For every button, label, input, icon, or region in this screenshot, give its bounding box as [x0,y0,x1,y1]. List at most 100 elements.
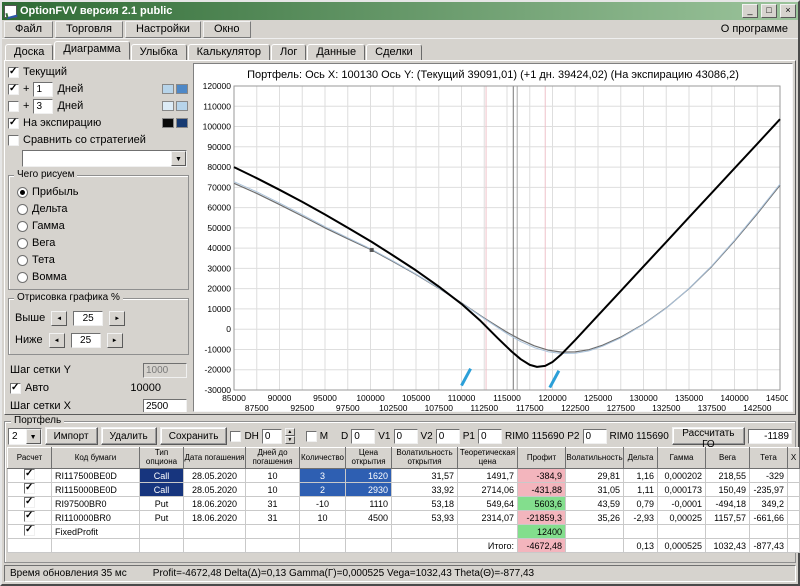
table-cell[interactable]: 31,05 [566,483,624,497]
table-cell[interactable] [300,525,346,539]
increment-below-button[interactable]: ► [107,333,123,348]
plus3-days-input[interactable] [33,99,53,114]
table-cell[interactable]: -431,88 [518,483,566,497]
table-cell[interactable] [750,525,788,539]
draw-option-row[interactable]: Вега [13,235,184,251]
table-cell[interactable] [392,525,458,539]
table-cell[interactable]: RI115000BE0D [52,483,140,497]
column-header[interactable]: Расчет [8,448,52,469]
column-header[interactable]: Теоретическая цена [458,448,518,469]
table-cell[interactable]: 31 [246,497,300,511]
draw-option-row[interactable]: Прибыль [13,184,184,200]
table-cell[interactable]: 2930 [346,483,392,497]
table-cell[interactable]: -384,9 [518,469,566,483]
tab-5-item[interactable]: Лог [271,44,306,60]
table-cell[interactable]: 10 [246,469,300,483]
close-button[interactable]: × [780,4,796,18]
column-header[interactable]: Дней до погашения [246,448,300,469]
d-input[interactable] [351,429,375,444]
table-cell[interactable] [140,539,184,553]
row-checkbox[interactable] [24,511,35,522]
menu-file[interactable]: Файл [4,21,53,38]
m-checkbox[interactable] [306,431,317,442]
table-cell[interactable]: 43,59 [566,497,624,511]
plus1-checkbox[interactable] [8,84,19,95]
table-cell[interactable]: RI97500BR0 [52,497,140,511]
table-cell[interactable] [184,525,246,539]
table-cell[interactable]: 1032,43 [706,539,750,553]
table-cell[interactable]: -877,43 [750,539,788,553]
calc-margin-button[interactable]: Рассчитать ГО [672,427,745,445]
table-cell[interactable]: 1491,7 [458,469,518,483]
table-cell[interactable]: Итого: [458,539,518,553]
radio-icon[interactable] [17,255,28,266]
table-cell[interactable]: -235,97 [750,483,788,497]
radio-icon[interactable] [17,272,28,283]
table-cell[interactable]: 3 [300,469,346,483]
table-cell[interactable] [392,539,458,553]
v1-input[interactable] [394,429,418,444]
column-header[interactable]: Дата погашения [184,448,246,469]
draw-option-row[interactable]: Тета [13,252,184,268]
row-checkbox[interactable] [24,469,35,480]
calc-cell[interactable] [8,511,52,525]
table-cell[interactable]: 28.05.2020 [184,483,246,497]
table-cell[interactable]: 53,93 [392,511,458,525]
table-cell[interactable]: Put [140,511,184,525]
table-cell[interactable]: 0,79 [624,497,658,511]
table-corner-x[interactable]: X [788,448,800,469]
table-cell[interactable] [346,539,392,553]
plus1-days-input[interactable] [33,82,53,97]
table-cell[interactable] [624,525,658,539]
table-cell[interactable]: 2314,07 [458,511,518,525]
table-cell[interactable] [566,525,624,539]
dh-spinner[interactable]: ▲▼ [285,428,295,444]
column-header[interactable]: Тип опциона [140,448,184,469]
table-cell[interactable]: 1,16 [624,469,658,483]
column-header[interactable]: Тета [750,448,788,469]
p2-input[interactable] [583,429,607,444]
maximize-button[interactable]: □ [761,4,777,18]
table-cell[interactable]: 1110 [346,497,392,511]
row-checkbox[interactable] [24,497,35,508]
table-cell[interactable]: 218,55 [706,469,750,483]
column-header[interactable]: Код бумаги [52,448,140,469]
table-cell[interactable]: 1,11 [624,483,658,497]
tab-2-active[interactable]: Диаграмма [54,41,129,60]
column-header[interactable]: Волатильность [566,448,624,469]
table-cell[interactable]: 31,57 [392,469,458,483]
table-cell[interactable]: 5603,6 [518,497,566,511]
calc-cell[interactable] [8,483,52,497]
table-cell[interactable]: FixedProfit [52,525,140,539]
minimize-button[interactable]: _ [742,4,758,18]
table-cell[interactable]: -2,93 [624,511,658,525]
table-cell[interactable]: 4500 [346,511,392,525]
table-cell[interactable]: -10 [300,497,346,511]
table-cell[interactable]: 549,64 [458,497,518,511]
column-header[interactable]: Дельта [624,448,658,469]
table-cell[interactable]: 29,81 [566,469,624,483]
chevron-down-icon[interactable]: ▼ [171,151,186,166]
tab-6-item[interactable]: Данные [307,44,365,60]
table-cell[interactable]: 28.05.2020 [184,469,246,483]
table-cell[interactable]: -4672,48 [518,539,566,553]
column-header[interactable]: Вега [706,448,750,469]
dh-checkbox[interactable] [230,431,241,442]
tab-4-item[interactable]: Калькулятор [188,44,270,60]
table-cell[interactable]: -329 [750,469,788,483]
radio-icon[interactable] [17,221,28,232]
table-cell[interactable] [346,525,392,539]
menu-about[interactable]: О программе [721,23,796,35]
radio-icon[interactable] [17,187,28,198]
radio-icon[interactable] [17,238,28,249]
compare-checkbox[interactable] [8,135,19,146]
tab-7-item[interactable]: Сделки [366,44,422,60]
column-header[interactable]: Волатильность открытия [392,448,458,469]
expiration-checkbox[interactable] [8,118,19,129]
table-cell[interactable]: -0,0001 [658,497,706,511]
table-cell[interactable]: RI110000BR0 [52,511,140,525]
grid-y-input[interactable] [143,363,187,378]
v2-input[interactable] [436,429,460,444]
table-cell[interactable] [566,539,624,553]
decrement-above-button[interactable]: ◄ [51,311,67,326]
